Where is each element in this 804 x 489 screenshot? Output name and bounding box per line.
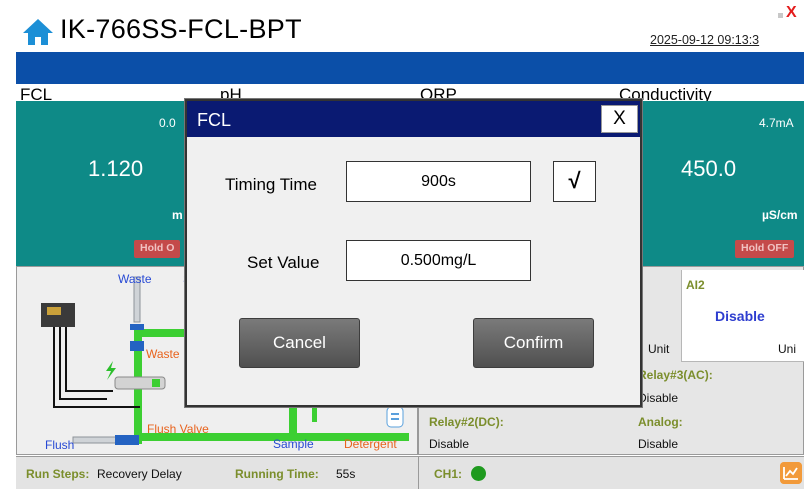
fcl-current: 0.0: [159, 116, 176, 130]
conductivity-unit: µS/cm: [762, 208, 798, 222]
set-value-label: Set Value: [247, 253, 320, 272]
fcl-hold-button[interactable]: Hold O: [134, 240, 181, 258]
blue-banner: [16, 52, 804, 84]
timing-confirm-check[interactable]: √: [553, 161, 596, 202]
relay3-value: Disable: [638, 391, 679, 405]
datetime: 2025-09-12 09:13:3: [650, 33, 760, 47]
ai2-value: Disable: [715, 308, 765, 324]
header-bar: IK-766SS-FCL-BPT X 2025-09-12 09:13:3: [0, 0, 804, 52]
timing-time-label: Timing Time: [225, 175, 317, 194]
app-title: IK-766SS-FCL-BPT: [60, 14, 302, 44]
timing-time-input[interactable]: 900s: [346, 161, 531, 202]
waste-top-label: Waste: [118, 272, 152, 286]
set-value-input[interactable]: 0.500mg/L: [346, 240, 531, 281]
minimize-icon[interactable]: [778, 13, 783, 18]
analog-value: Disable: [638, 437, 679, 451]
chart-icon[interactable]: [780, 462, 802, 484]
ai2-label: AI2: [686, 278, 705, 292]
flush-valve-label: Flush Valve: [147, 422, 209, 436]
close-icon[interactable]: X: [786, 4, 797, 22]
unit-label: Unit: [648, 342, 670, 356]
home-icon[interactable]: [22, 18, 54, 46]
relay3-label: Relay#3(AC):: [638, 368, 713, 382]
detergent-label: Detergent: [344, 437, 397, 451]
relay2-label: Relay#2(DC):: [429, 415, 504, 429]
conductivity-current: 4.7mA: [759, 116, 794, 130]
fcl-dialog: FCL X Timing Time 900s √ Set Value 0.500…: [185, 99, 642, 407]
app-window: IK-766SS-FCL-BPT X 2025-09-12 09:13:3 FC…: [0, 0, 804, 489]
ai2-unit: Uni: [778, 342, 797, 356]
dialog-titlebar: FCL X: [187, 101, 640, 137]
dialog-close-button[interactable]: X: [601, 105, 638, 133]
cancel-button[interactable]: Cancel: [239, 318, 360, 368]
run-steps-value: Recovery Delay: [97, 467, 182, 481]
running-time-label: Running Time:: [235, 467, 319, 481]
run-steps-label: Run Steps:: [26, 467, 90, 481]
ch1-label: CH1:: [434, 467, 463, 481]
status-divider: [418, 456, 419, 489]
flush-label: Flush: [45, 438, 75, 452]
fcl-unit: m: [172, 208, 183, 222]
analog-label: Analog:: [638, 415, 683, 429]
relay2-value: Disable: [429, 437, 470, 451]
running-time-value: 55s: [336, 467, 356, 481]
ch1-status-indicator: [471, 466, 486, 481]
dialog-title: FCL: [197, 110, 232, 130]
conductivity-hold-button[interactable]: Hold OFF: [735, 240, 795, 258]
waste-side-label: Waste: [146, 347, 180, 361]
fcl-value: 1.120: [88, 156, 144, 181]
confirm-button[interactable]: Confirm: [473, 318, 594, 368]
conductivity-value: 450.0: [681, 156, 737, 181]
sample-label: Sample: [273, 437, 314, 451]
